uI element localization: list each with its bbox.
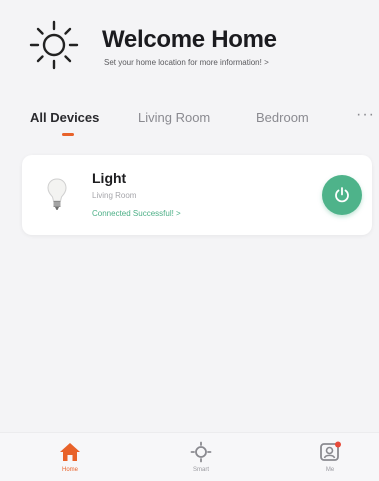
tab-all-devices[interactable]: All Devices: [30, 110, 99, 125]
set-location-link[interactable]: Set your home location for more informat…: [104, 58, 269, 67]
nav-smart-label: Smart: [192, 467, 209, 473]
device-card-light[interactable]: Light Living Room Connected Successful! …: [22, 155, 372, 235]
header: Welcome Home Set your home location for …: [0, 0, 379, 92]
power-icon: [335, 187, 349, 203]
nav-home[interactable]: Home: [40, 441, 100, 481]
home-icon: [60, 443, 80, 461]
more-tabs-button[interactable]: ···: [356, 106, 375, 124]
me-icon: [320, 441, 341, 461]
bottom-navigation: Home Smart Me: [0, 432, 379, 481]
device-name: Light: [92, 170, 127, 186]
nav-me[interactable]: Me: [300, 441, 360, 481]
device-status[interactable]: Connected Successful! >: [92, 209, 181, 218]
sun-icon: [29, 20, 79, 70]
nav-me-label: Me: [325, 467, 335, 473]
nav-smart[interactable]: Smart: [171, 441, 231, 481]
tab-bedroom[interactable]: Bedroom: [256, 110, 309, 125]
room-tabs: All Devices Living Room Bedroom ···: [0, 106, 379, 138]
page-title: Welcome Home: [102, 26, 277, 53]
device-room: Living Room: [92, 191, 137, 200]
smart-icon: [190, 441, 212, 463]
active-tab-indicator: [62, 133, 74, 136]
light-bulb-icon: [47, 178, 67, 210]
tab-living-room[interactable]: Living Room: [138, 110, 210, 125]
power-toggle-button[interactable]: [322, 175, 362, 215]
nav-home-label: Home: [61, 467, 78, 473]
